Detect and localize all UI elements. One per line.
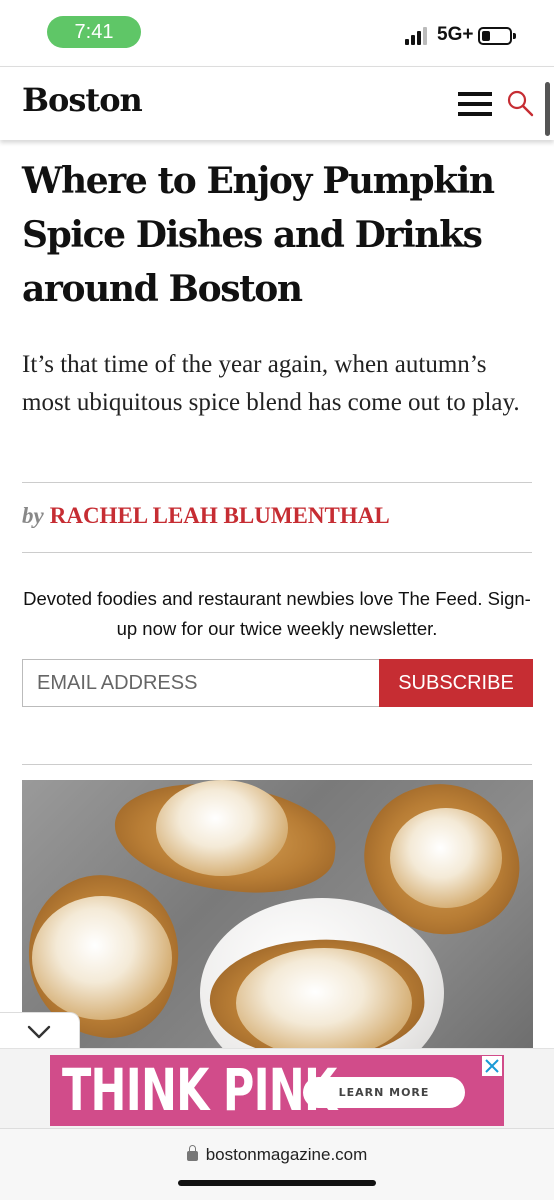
divider bbox=[22, 552, 532, 553]
status-time[interactable]: 7:41 bbox=[47, 16, 141, 48]
article-headline: Where to Enjoy Pumpkin Spice Dishes and … bbox=[22, 160, 495, 310]
byline: by RACHEL LEAH BLUMENTHAL bbox=[22, 503, 390, 529]
ad-banner[interactable]: THINK PINK LEARN MORE bbox=[50, 1055, 504, 1126]
author-link[interactable]: RACHEL LEAH BLUMENTHAL bbox=[50, 503, 390, 528]
divider bbox=[22, 482, 532, 483]
hamburger-menu-icon[interactable] bbox=[458, 92, 492, 116]
search-icon[interactable] bbox=[506, 89, 534, 117]
email-input[interactable] bbox=[22, 659, 380, 707]
meringue-shape bbox=[32, 896, 172, 1020]
meringue-shape bbox=[236, 948, 412, 1048]
home-indicator[interactable] bbox=[178, 1180, 376, 1186]
ad-learn-more-button[interactable]: LEARN MORE bbox=[303, 1077, 465, 1108]
collapse-ad-button[interactable] bbox=[0, 1012, 80, 1052]
ad-headline: THINK PINK bbox=[62, 1056, 337, 1124]
url-display[interactable]: bostonmagazine.com bbox=[0, 1145, 554, 1165]
hero-image[interactable] bbox=[22, 780, 533, 1048]
network-type: 5G+ bbox=[437, 24, 474, 45]
subscribe-button[interactable]: SUBSCRIBE bbox=[379, 659, 533, 707]
battery-icon bbox=[478, 27, 516, 45]
site-header: Boston bbox=[0, 66, 554, 140]
meringue-shape bbox=[156, 780, 288, 876]
article-dek: It’s that time of the year again, when a… bbox=[22, 351, 520, 416]
byline-prefix: by bbox=[22, 503, 44, 528]
divider bbox=[22, 764, 532, 765]
close-icon[interactable] bbox=[482, 1056, 502, 1076]
scrollbar-thumb[interactable] bbox=[545, 82, 550, 136]
chevron-down-icon bbox=[27, 1025, 51, 1039]
url-text: bostonmagazine.com bbox=[205, 1145, 368, 1164]
browser-url-bar[interactable]: bostonmagazine.com bbox=[0, 1128, 554, 1200]
meringue-shape bbox=[390, 808, 502, 908]
cellular-signal-icon bbox=[405, 27, 431, 45]
status-bar: 7:41 5G+ bbox=[0, 0, 554, 66]
site-logo[interactable]: Boston bbox=[22, 81, 143, 119]
lock-icon bbox=[186, 1145, 198, 1161]
newsletter-promo-text: Devoted foodies and restaurant newbies l… bbox=[23, 588, 531, 639]
